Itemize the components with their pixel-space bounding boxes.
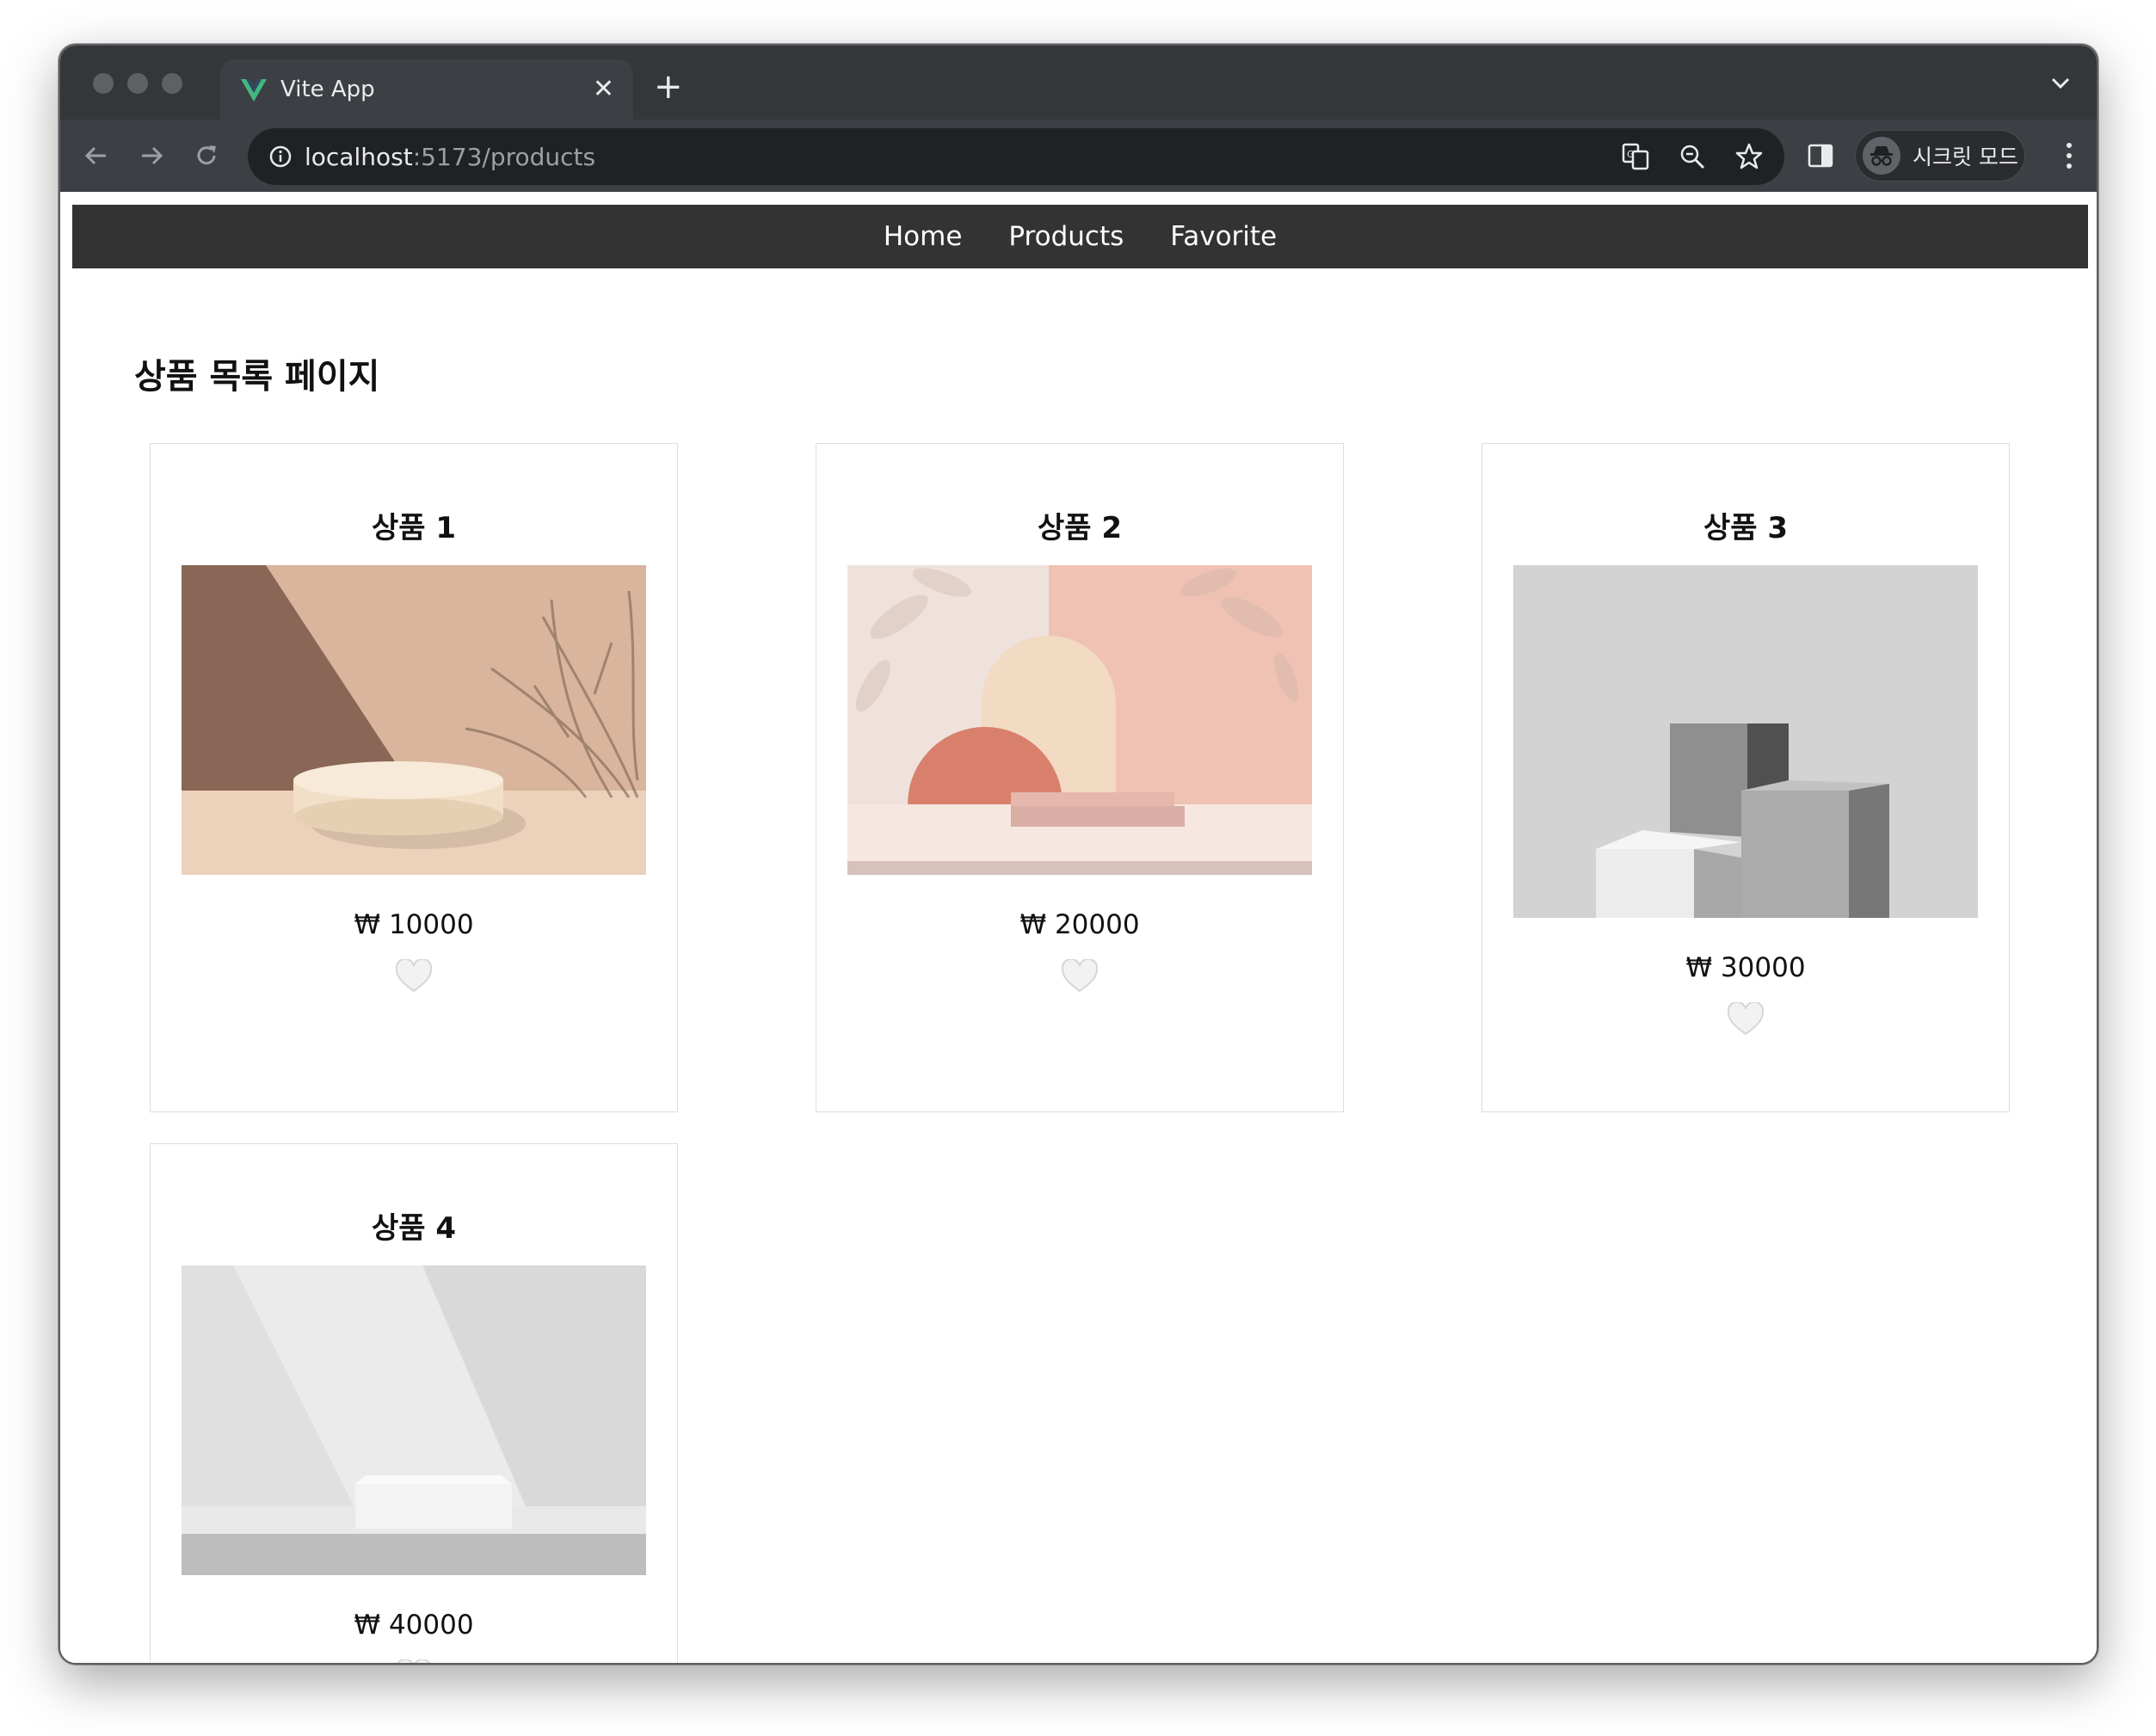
product-card: 상품 1 ₩ 10000 [150, 443, 678, 1112]
incognito-profile-button[interactable]: 시크릿 모드 [1855, 130, 2025, 182]
tab-title: Vite App [280, 77, 375, 102]
browser-tab[interactable]: Vite App ✕ [220, 59, 633, 120]
nav-link-products[interactable]: Products [1008, 221, 1124, 252]
forward-arrow-icon [142, 146, 163, 165]
product-price: ₩ 40000 [354, 1610, 474, 1641]
product-card: 상품 3 ₩ 30000 [1481, 443, 2010, 1112]
side-panel-icon[interactable] [1807, 142, 1834, 169]
zoom-out-icon[interactable] [1678, 142, 1707, 171]
product-image [1513, 565, 1978, 918]
product-price: ₩ 10000 [354, 909, 474, 940]
product-image [847, 565, 1312, 875]
product-price: ₩ 30000 [1685, 952, 1806, 983]
minimize-window-button[interactable] [127, 73, 148, 94]
url-text[interactable]: localhost:5173/products [305, 143, 595, 171]
page-viewport: Home Products Favorite 상품 목록 페이지 상품 1 ₩ … [60, 192, 2097, 1663]
product-card: 상품 2 ₩ 20000 [816, 443, 1344, 1112]
address-bar[interactable]: localhost:5173/products G [248, 128, 1784, 185]
bookmark-star-icon[interactable] [1734, 142, 1764, 171]
product-name: 상품 2 [1037, 511, 1123, 545]
favorite-heart-icon[interactable] [395, 957, 433, 997]
favorite-heart-icon[interactable] [1727, 1000, 1765, 1040]
back-button[interactable] [79, 139, 114, 173]
tab-strip: Vite App ✕ + [60, 46, 2097, 120]
reload-icon [197, 145, 216, 165]
product-name: 상품 3 [1703, 511, 1789, 545]
svg-text:G: G [1627, 149, 1635, 160]
back-arrow-icon [84, 146, 106, 165]
nav-link-favorite[interactable]: Favorite [1170, 221, 1277, 252]
product-price: ₩ 20000 [1019, 909, 1140, 940]
page-title: 상품 목록 페이지 [134, 357, 380, 397]
product-image [182, 565, 646, 875]
product-card: 상품 4 ₩ 40000 [150, 1143, 678, 1663]
browser-window: Vite App ✕ + localhost:5173/products G 시… [59, 44, 2098, 1665]
favorite-heart-icon[interactable] [395, 1658, 433, 1663]
omnibox-actions: G [1621, 142, 1764, 171]
vite-logo-icon [241, 79, 267, 102]
browser-toolbar: localhost:5173/products G 시크릿 모드 [60, 120, 2097, 192]
profile-label: 시크릿 모드 [1913, 145, 2018, 169]
zoom-window-button[interactable] [162, 73, 182, 94]
product-image [182, 1265, 646, 1575]
tab-search-chevron-icon[interactable] [2050, 77, 2071, 90]
incognito-icon [1863, 137, 1900, 175]
forward-button[interactable] [134, 139, 169, 173]
info-icon[interactable] [268, 145, 293, 169]
product-name: 상품 4 [371, 1211, 457, 1246]
reload-button[interactable] [189, 139, 224, 173]
new-tab-button[interactable]: + [654, 70, 683, 104]
nav-link-home[interactable]: Home [884, 221, 963, 252]
close-window-button[interactable] [93, 73, 114, 94]
url-host: localhost [305, 142, 413, 171]
translate-icon[interactable]: G [1621, 142, 1650, 171]
tab-close-icon[interactable]: ✕ [593, 77, 614, 102]
window-controls [93, 73, 182, 94]
product-name: 상품 1 [371, 511, 457, 545]
site-navbar: Home Products Favorite [72, 205, 2088, 268]
favorite-heart-icon[interactable] [1061, 957, 1099, 997]
url-path: :5173/products [412, 142, 596, 171]
kebab-menu-icon[interactable] [2064, 140, 2074, 171]
